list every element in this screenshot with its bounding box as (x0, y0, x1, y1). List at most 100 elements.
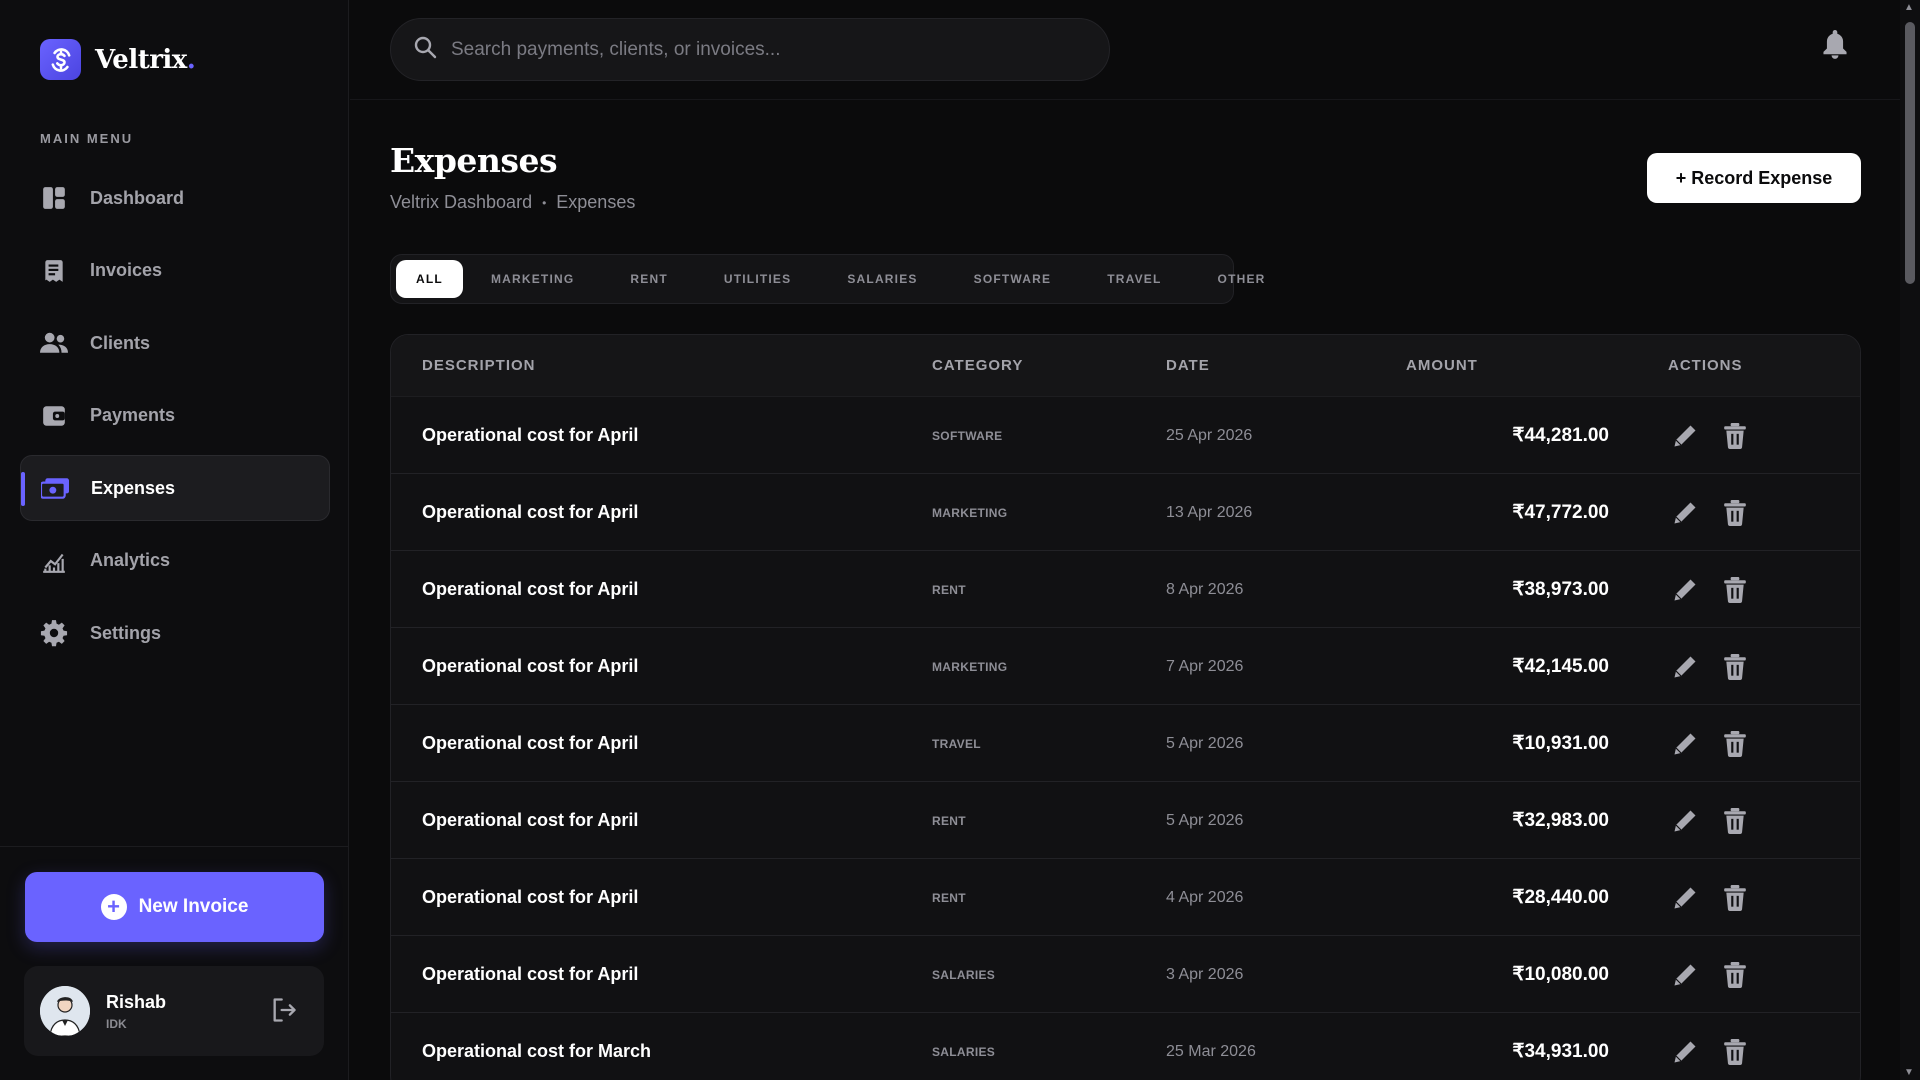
sidebar-item-expenses[interactable]: Expenses (20, 455, 330, 521)
expense-description: Operational cost for April (422, 964, 639, 984)
table-row[interactable]: Operational cost for April SOFTWARE 25 A… (391, 397, 1860, 474)
user-role: IDK (106, 1016, 127, 1031)
filter-tab-all[interactable]: ALL (396, 260, 463, 298)
main-nav: Dashboard Invoices Clients Payments Expe… (20, 165, 330, 673)
edit-icon[interactable] (1671, 653, 1699, 681)
search-bar[interactable] (390, 18, 1110, 81)
edit-icon[interactable] (1671, 499, 1699, 527)
sidebar-divider (0, 846, 349, 847)
sidebar-item-clients[interactable]: Clients (20, 310, 330, 376)
expense-description: Operational cost for April (422, 810, 639, 830)
edit-icon[interactable] (1671, 884, 1699, 912)
row-actions (1671, 551, 1749, 628)
table-row[interactable]: Operational cost for April RENT 8 Apr 20… (391, 551, 1860, 628)
column-header-description[interactable]: DESCRIPTION (422, 357, 536, 374)
table-row[interactable]: Operational cost for April TRAVEL 5 Apr … (391, 705, 1860, 782)
filter-tab-rent[interactable]: RENT (602, 260, 695, 298)
table-body: Operational cost for April SOFTWARE 25 A… (391, 397, 1860, 1080)
expense-category: TRAVEL (932, 736, 981, 751)
chart-icon (40, 547, 68, 575)
trash-icon[interactable] (1721, 422, 1749, 450)
expense-category: SALARIES (932, 1044, 996, 1059)
scrollbar-thumb[interactable] (1905, 22, 1915, 284)
row-actions (1671, 397, 1749, 474)
expense-amount: ₹38,973.00 (1512, 579, 1609, 600)
expense-category: SALARIES (932, 967, 996, 982)
sidebar-item-payments[interactable]: Payments (20, 383, 330, 449)
trash-icon[interactable] (1721, 730, 1749, 758)
record-expense-button[interactable]: + Record Expense (1647, 153, 1861, 203)
filter-tab-software[interactable]: SOFTWARE (946, 260, 1080, 298)
filter-tab-salaries[interactable]: SALARIES (819, 260, 945, 298)
filter-tab-other[interactable]: OTHER (1190, 260, 1294, 298)
table-row[interactable]: Operational cost for April SALARIES 3 Ap… (391, 936, 1860, 1013)
sidebar: Veltrix. MAIN MENU Dashboard Invoices Cl… (0, 0, 349, 1080)
sidebar-item-dashboard[interactable]: Dashboard (20, 165, 330, 231)
expense-category: SOFTWARE (932, 428, 1003, 443)
edit-icon[interactable] (1671, 422, 1699, 450)
expense-amount: ₹42,145.00 (1512, 656, 1609, 677)
user-info: Rishab IDK (106, 992, 166, 1031)
user-name: Rishab (106, 991, 167, 1012)
column-header-amount[interactable]: AMOUNT (1406, 357, 1478, 374)
breadcrumb-item-home[interactable]: Veltrix Dashboard (390, 192, 532, 213)
trash-icon[interactable] (1721, 653, 1749, 681)
edit-icon[interactable] (1671, 807, 1699, 835)
column-header-date[interactable]: DATE (1166, 357, 1210, 374)
expense-description: Operational cost for April (422, 425, 639, 445)
new-invoice-button[interactable]: + New Invoice (25, 872, 324, 942)
row-actions (1671, 1013, 1749, 1080)
trash-icon[interactable] (1721, 961, 1749, 989)
expense-date: 5 Apr 2026 (1166, 811, 1244, 829)
table-row[interactable]: Operational cost for April MARKETING 7 A… (391, 628, 1860, 705)
sidebar-item-label: Dashboard (90, 187, 185, 208)
edit-icon[interactable] (1671, 1038, 1699, 1066)
filter-tab-utilities[interactable]: UTILITIES (696, 260, 819, 298)
filter-tab-travel[interactable]: TRAVEL (1079, 260, 1189, 298)
expense-description: Operational cost for April (422, 733, 639, 753)
table-row[interactable]: Operational cost for April MARKETING 13 … (391, 474, 1860, 551)
user-card: Rishab IDK (24, 966, 324, 1056)
gear-icon (40, 619, 68, 647)
expense-description: Operational cost for April (422, 579, 639, 599)
page-title: Expenses (390, 141, 558, 180)
expense-date: 25 Mar 2026 (1166, 1042, 1256, 1060)
sidebar-item-analytics[interactable]: Analytics (20, 528, 330, 594)
trash-icon[interactable] (1721, 807, 1749, 835)
bell-icon[interactable] (1822, 30, 1850, 60)
scroll-down-arrow-icon[interactable]: ▼ (1904, 1067, 1914, 1078)
column-header-category[interactable]: CATEGORY (932, 357, 1023, 374)
avatar[interactable] (40, 986, 90, 1036)
sidebar-item-settings[interactable]: Settings (20, 600, 330, 666)
brand[interactable]: Veltrix. (40, 39, 196, 80)
filter-tab-marketing[interactable]: MARKETING (463, 260, 602, 298)
scroll-up-arrow-icon[interactable]: ▲ (1904, 2, 1914, 13)
page-scrollbar[interactable]: ▲ ▼ (1900, 0, 1920, 1080)
search-input[interactable] (451, 38, 1051, 61)
trash-icon[interactable] (1721, 499, 1749, 527)
edit-icon[interactable] (1671, 961, 1699, 989)
expense-date: 25 Apr 2026 (1166, 426, 1253, 444)
table-row[interactable]: Operational cost for April RENT 5 Apr 20… (391, 782, 1860, 859)
logout-icon[interactable] (270, 996, 298, 1024)
edit-icon[interactable] (1671, 730, 1699, 758)
breadcrumb-item-current: Expenses (556, 192, 636, 212)
table-row[interactable]: Operational cost for March SALARIES 25 M… (391, 1013, 1860, 1080)
expense-date: 3 Apr 2026 (1166, 965, 1244, 983)
expenses-table: DESCRIPTION CATEGORY DATE AMOUNT ACTIONS… (390, 334, 1861, 1080)
trash-icon[interactable] (1721, 1038, 1749, 1066)
trash-icon[interactable] (1721, 576, 1749, 604)
invoice-icon (40, 257, 68, 285)
expense-date: 13 Apr 2026 (1166, 503, 1253, 521)
table-row[interactable]: Operational cost for April RENT 4 Apr 20… (391, 859, 1860, 936)
expense-category: RENT (932, 890, 966, 905)
row-actions (1671, 628, 1749, 705)
trash-icon[interactable] (1721, 884, 1749, 912)
sidebar-item-label: Invoices (90, 260, 163, 280)
cash-icon (41, 474, 69, 502)
expense-amount: ₹10,080.00 (1512, 964, 1609, 985)
sidebar-item-label: Clients (90, 332, 151, 353)
sidebar-item-invoices[interactable]: Invoices (20, 238, 330, 304)
expense-date: 4 Apr 2026 (1166, 888, 1244, 906)
edit-icon[interactable] (1671, 576, 1699, 604)
